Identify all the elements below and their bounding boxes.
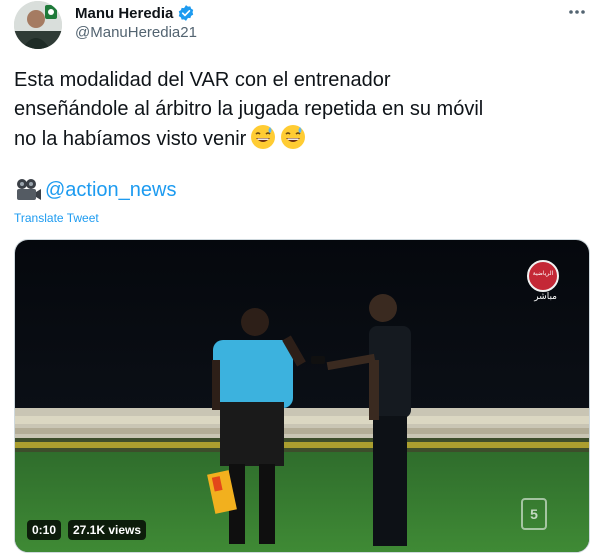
channel-logo: الرياضية (527, 260, 559, 292)
mention-row: @action_news (14, 178, 176, 202)
more-options-icon[interactable] (568, 2, 586, 20)
sweat-smile-emoji-icon (250, 124, 276, 150)
author-name-row[interactable]: Manu Heredia (75, 4, 195, 22)
author-display-name[interactable]: Manu Heredia (75, 5, 173, 22)
video-time-badge: 0:10 (27, 520, 62, 540)
movie-camera-icon (14, 178, 42, 202)
live-label: مباشر (534, 292, 557, 302)
avatar-image (14, 1, 62, 49)
tweet-line-with-emojis: no la habíamos visto venir (14, 124, 584, 154)
channel-badge-text: الرياضية (532, 270, 554, 277)
translate-tweet-link[interactable]: Translate Tweet (14, 211, 99, 225)
tweet-text: Esta modalidad del VAR con el entrenador… (14, 66, 584, 154)
video-frame (15, 240, 589, 552)
author-avatar[interactable] (14, 1, 62, 49)
video-player[interactable]: الرياضية مباشر 5 0:10 27.1K views (14, 239, 590, 553)
tweet-line-text: no la habíamos visto venir (14, 128, 247, 150)
author-handle[interactable]: @ManuHeredia21 (75, 24, 197, 41)
verified-badge-icon (177, 4, 195, 22)
action-news-mention-link[interactable]: @action_news (45, 179, 176, 202)
tweet-line: enseñándole al árbitro la jugada repetid… (14, 98, 484, 120)
sweat-smile-emoji-icon (280, 124, 306, 150)
tweet-line: Esta modalidad del VAR con el entrenador (14, 69, 391, 91)
league-logo: 5 (521, 498, 547, 530)
video-views-badge: 27.1K views (68, 520, 147, 540)
